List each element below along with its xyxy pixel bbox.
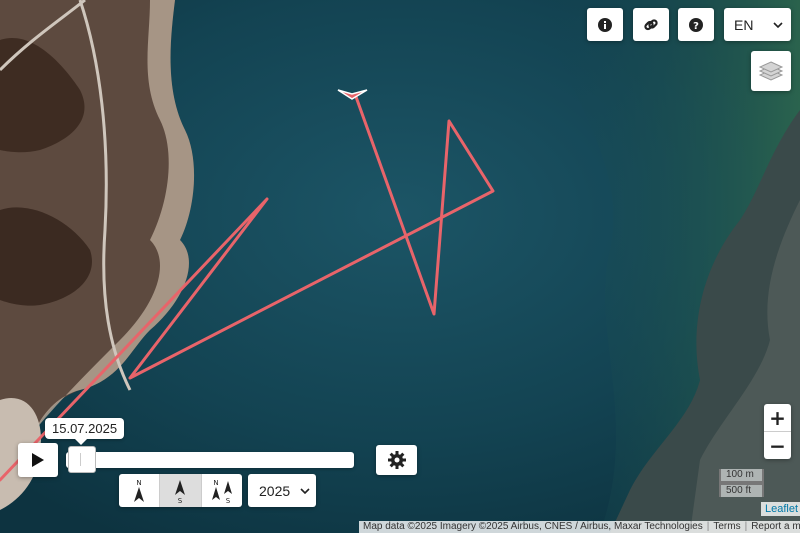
dual-arrow-icon: NS [211, 479, 232, 505]
zoom-control: + − [764, 404, 791, 459]
orientation-south-label: S [178, 497, 183, 505]
orientation-north-label: N [137, 479, 142, 487]
orientation-both[interactable]: NS [202, 474, 242, 507]
play-button[interactable] [18, 443, 58, 477]
scale-metric: 100 m [719, 469, 764, 483]
date-tooltip: 15.07.2025 [45, 418, 125, 445]
settings-button[interactable] [376, 445, 417, 475]
map-data-text: Map data ©2025 Imagery ©2025 Airbus, CNE… [363, 521, 703, 532]
timeline-handle[interactable] [68, 446, 96, 473]
scale-imperial: 500 ft [719, 483, 764, 497]
map-attribution: Map data ©2025 Imagery ©2025 Airbus, CNE… [359, 521, 800, 533]
language-value: EN [734, 16, 754, 33]
link-button[interactable] [633, 8, 669, 41]
year-value: 2025 [259, 482, 291, 499]
report-error-link[interactable]: Report a map error [747, 521, 800, 533]
orientation-both-south-label: S [226, 497, 231, 505]
orientation-north-up[interactable]: N [119, 474, 161, 507]
year-select[interactable]: 2025 [248, 474, 316, 507]
info-circle-icon [598, 17, 612, 32]
chevron-down-icon [773, 21, 783, 28]
layers-icon [758, 61, 784, 81]
help-button[interactable]: ? [678, 8, 714, 41]
layers-button[interactable] [751, 51, 791, 91]
link-icon [644, 18, 658, 30]
info-button[interactable] [587, 8, 623, 41]
north-arrow-icon: N [134, 479, 145, 502]
zoom-out-button[interactable]: − [764, 431, 791, 459]
question-circle-icon: ? [689, 17, 703, 32]
orientation-south-up[interactable]: S [160, 474, 202, 507]
zoom-in-button[interactable]: + [764, 404, 791, 431]
leaflet-link[interactable]: Leaflet [761, 502, 800, 516]
chevron-down-icon [300, 487, 310, 494]
orientation-toggle: N S NS [119, 474, 242, 507]
timeline-slider[interactable] [66, 452, 354, 468]
orientation-both-north-label: N [213, 479, 218, 487]
south-arrow-icon: S [175, 479, 186, 505]
play-icon [32, 453, 44, 467]
language-select[interactable]: EN [724, 8, 791, 41]
gear-icon [387, 451, 406, 469]
svg-text:?: ? [693, 21, 699, 32]
terms-link[interactable]: Terms [709, 521, 744, 533]
